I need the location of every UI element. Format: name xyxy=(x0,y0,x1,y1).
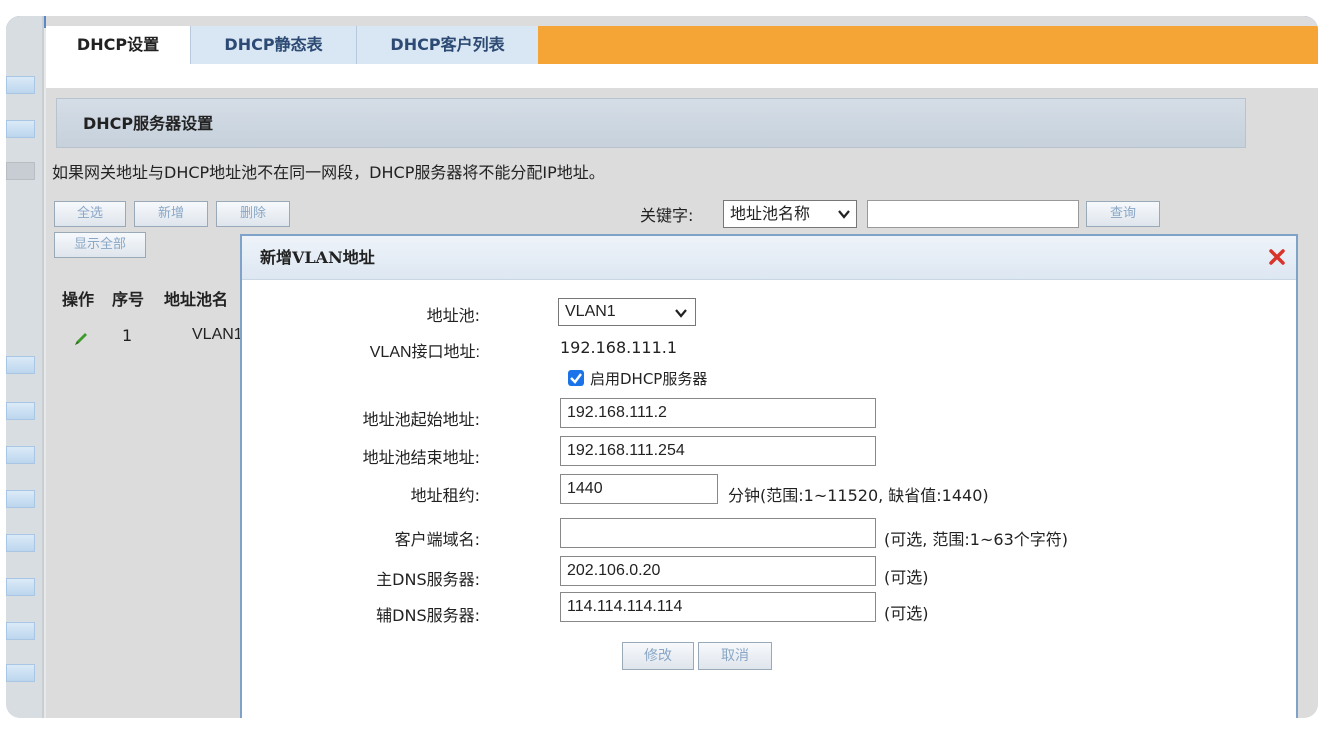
keyword-select-value: 地址池名称 xyxy=(730,204,811,223)
row-index: 1 xyxy=(122,326,133,345)
nav-item[interactable] xyxy=(6,622,35,640)
keyword-label: 关键字: xyxy=(640,206,694,225)
tab-dhcp-settings[interactable]: DHCP设置 xyxy=(46,26,190,64)
main-content: DHCP设置 DHCP静态表 DHCP客户列表 DHCP服务器设置 如果网关地址… xyxy=(46,16,1318,718)
enable-dhcp-label[interactable]: 启用DHCP服务器 xyxy=(590,368,707,389)
column-header-action: 操作 xyxy=(62,290,95,309)
column-header-index: 序号 xyxy=(112,290,145,309)
tab-spacer xyxy=(46,64,1318,88)
screenshot-frame: DHCP设置 DHCP静态表 DHCP客户列表 DHCP服务器设置 如果网关地址… xyxy=(6,16,1318,718)
lease-input[interactable]: 1440 xyxy=(560,474,718,504)
show-all-button[interactable]: 显示全部 xyxy=(54,232,146,258)
end-address-label: 地址池结束地址: xyxy=(362,448,480,467)
chevron-down-icon xyxy=(675,309,687,318)
start-address-input[interactable]: 192.168.111.2 xyxy=(560,398,876,428)
select-all-button[interactable]: 全选 xyxy=(54,201,126,227)
nav-item[interactable] xyxy=(6,578,35,596)
secondary-dns-hint: (可选) xyxy=(884,604,929,623)
nav-item[interactable] xyxy=(6,446,35,464)
nav-item[interactable] xyxy=(6,120,35,138)
edit-pencil-icon[interactable] xyxy=(72,330,90,348)
end-address-input[interactable]: 192.168.111.254 xyxy=(560,436,876,466)
dialog-title-text: 新增VLAN地址 xyxy=(260,248,375,267)
modify-button[interactable]: 修改 xyxy=(622,642,694,670)
nav-item[interactable] xyxy=(6,402,35,420)
dialog-title: 新增VLAN地址 xyxy=(242,236,1296,280)
section-title: DHCP服务器设置 xyxy=(56,98,1246,148)
cancel-button[interactable]: 取消 xyxy=(698,642,772,670)
delete-button[interactable]: 删除 xyxy=(216,201,290,227)
tab-dhcp-clients[interactable]: DHCP客户列表 xyxy=(356,26,538,64)
primary-dns-label: 主DNS服务器: xyxy=(376,570,480,589)
nav-item[interactable] xyxy=(6,162,35,180)
pool-label: 地址池: xyxy=(426,306,480,325)
secondary-dns-input[interactable]: 114.114.114.114 xyxy=(560,592,876,622)
primary-dns-input[interactable]: 202.106.0.20 xyxy=(560,556,876,586)
keyword-select[interactable]: 地址池名称 xyxy=(723,200,857,228)
left-navigation xyxy=(6,16,44,718)
lease-hint: 分钟(范围:1~11520, 缺省值:1440) xyxy=(728,486,989,505)
lease-label: 地址租约: xyxy=(410,486,480,505)
checkmark-icon xyxy=(570,373,582,384)
nav-item[interactable] xyxy=(6,490,35,508)
pool-select-value: VLAN1 xyxy=(565,303,616,320)
nav-item[interactable] xyxy=(6,356,35,374)
client-domain-label: 客户端域名: xyxy=(394,530,480,549)
add-button[interactable]: 新增 xyxy=(134,201,208,227)
nav-item[interactable] xyxy=(6,664,35,682)
notice-text: 如果网关地址与DHCP地址池不在同一网段，DHCP服务器将不能分配IP地址。 xyxy=(52,163,605,182)
query-button[interactable]: 查询 xyxy=(1086,201,1160,227)
close-icon[interactable] xyxy=(1268,248,1286,266)
tab-dhcp-static[interactable]: DHCP静态表 xyxy=(190,26,356,64)
row-pool-name: VLAN1 xyxy=(192,326,243,343)
vlan-interface-value: 192.168.111.1 xyxy=(560,338,678,357)
primary-dns-hint: (可选) xyxy=(884,568,929,587)
table-row: 1 VLAN1 xyxy=(56,322,256,352)
keyword-input[interactable] xyxy=(867,200,1079,228)
add-vlan-dialog: 新增VLAN地址 地址池: VLAN1 VLAN接口地址: 192.168.11… xyxy=(240,234,1298,718)
client-domain-input[interactable] xyxy=(560,518,876,548)
client-domain-hint: (可选, 范围:1~63个字符) xyxy=(884,530,1068,549)
pool-select[interactable]: VLAN1 xyxy=(558,298,696,326)
start-address-label: 地址池起始地址: xyxy=(362,410,480,429)
secondary-dns-label: 辅DNS服务器: xyxy=(376,606,480,625)
tab-bar: DHCP设置 DHCP静态表 DHCP客户列表 xyxy=(46,26,1318,64)
enable-dhcp-checkbox[interactable] xyxy=(568,370,584,386)
chevron-down-icon xyxy=(838,210,850,219)
table-header: 操作 序号 地址池名 xyxy=(56,272,256,322)
nav-item[interactable] xyxy=(6,76,35,94)
nav-item[interactable] xyxy=(6,534,35,552)
vlan-interface-label: VLAN接口地址: xyxy=(369,344,480,361)
column-header-pool-name: 地址池名 xyxy=(164,290,229,309)
